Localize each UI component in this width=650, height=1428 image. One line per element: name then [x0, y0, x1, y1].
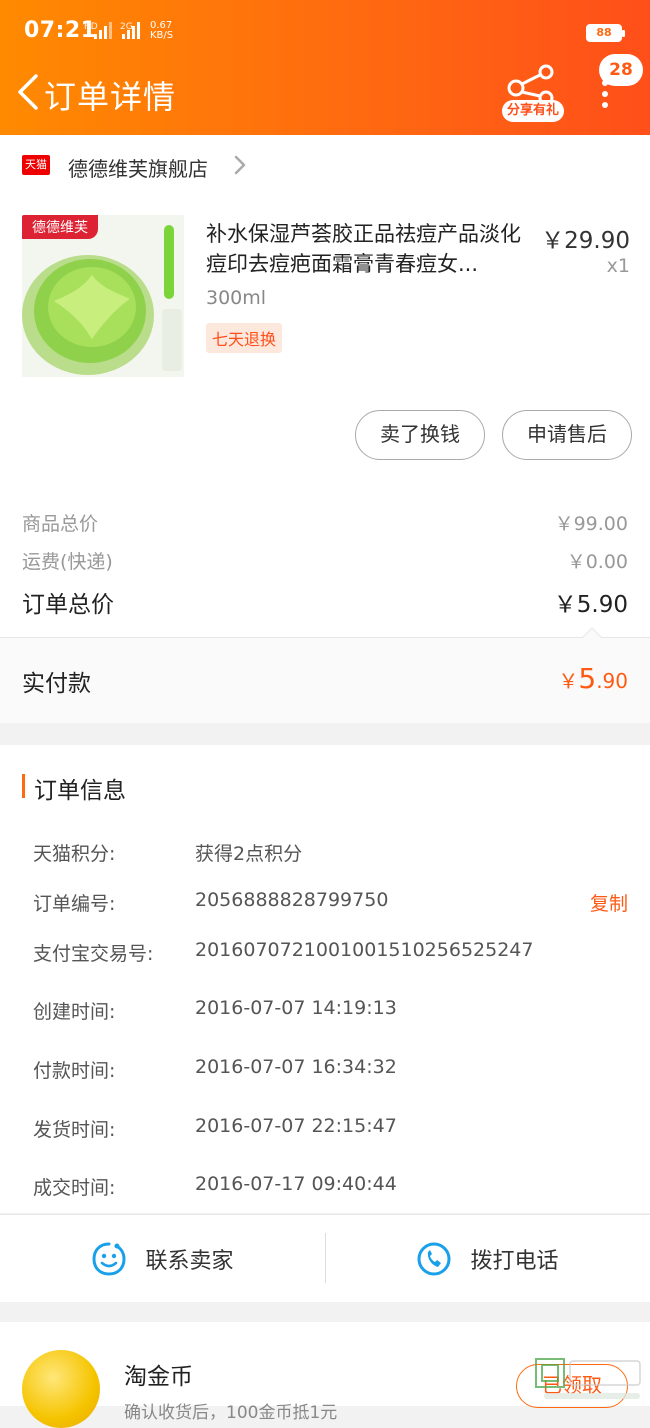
shipping-value: ￥0.00	[566, 551, 628, 573]
contact-actions: 联系卖家 拨打电话	[0, 1214, 650, 1302]
coin-title: 淘金币	[124, 1364, 193, 1390]
signal-icon-1	[94, 22, 112, 39]
header-bar: 07:21 HD 2G 0.67 KB/S 88 订单详情 分享有礼 28	[0, 0, 650, 135]
contact-seller-button[interactable]: 联系卖家	[0, 1215, 325, 1303]
product-title[interactable]: 补水保湿芦荟胶正品祛痘产品淡化痘印去痘疤面霜膏青春痘女...	[206, 219, 532, 279]
product-brand-tag: 德德维芙	[22, 215, 98, 239]
shipping-row: 运费(快递) ￥0.00	[22, 547, 628, 574]
call-phone-button[interactable]: 拨打电话	[325, 1215, 650, 1303]
info-key: 成交时间:	[33, 1177, 116, 1199]
info-key: 发货时间:	[33, 1119, 116, 1141]
order-total-row: 订单总价 ￥5.90	[22, 585, 628, 619]
call-phone-label: 拨打电话	[470, 1249, 559, 1274]
battery-icon: 88	[586, 24, 625, 42]
info-value: 2016-07-07 22:15:47	[195, 1115, 397, 1137]
store-row[interactable]: 天猫 德德维芙旗舰店	[0, 135, 650, 195]
page-title: 订单详情	[44, 78, 177, 116]
contact-seller-label: 联系卖家	[145, 1249, 234, 1274]
info-value: 2016-07-17 09:40:44	[195, 1173, 397, 1195]
coin-subtitle: 确认收货后，100金币抵1元	[124, 1403, 338, 1423]
info-value: 2016070721001001510256525247	[195, 939, 534, 961]
store-name[interactable]: 德德维芙旗舰店	[68, 153, 208, 182]
coin-icon	[22, 1350, 100, 1428]
goods-total-row: 商品总价 ￥99.00	[22, 509, 628, 536]
actual-payment-label: 实付款	[22, 671, 91, 697]
payment-currency: ￥	[558, 669, 579, 693]
product-card[interactable]: 德德维芙 补水保湿芦荟胶正品祛痘产品淡化痘印去痘疤面霜膏青春痘女... 300m…	[0, 195, 650, 495]
goods-total-value: ￥99.00	[554, 513, 628, 535]
tmall-logo: 天猫	[22, 155, 50, 175]
caret-up-icon	[582, 627, 602, 638]
chat-smile-icon	[92, 1242, 126, 1276]
shipping-label: 运费(快递)	[22, 551, 113, 573]
net-speed-unit: KB/S	[150, 30, 174, 41]
info-value: 2016-07-07 16:34:32	[195, 1056, 397, 1078]
share-reward-label[interactable]: 分享有礼	[502, 100, 564, 122]
back-icon[interactable]	[14, 72, 44, 112]
goods-total-label: 商品总价	[22, 513, 99, 535]
info-key: 支付宝交易号:	[33, 943, 154, 965]
section-accent-bar	[22, 774, 25, 798]
status-bar: 07:21 HD 2G 0.67 KB/S 88	[0, 0, 650, 66]
phone-icon	[417, 1242, 451, 1276]
return-badge: 七天退换	[206, 323, 283, 353]
signal-icon-2	[122, 22, 140, 39]
message-count-badge[interactable]: 28	[599, 54, 643, 86]
price-summary: 商品总价 ￥99.00 运费(快递) ￥0.00 订单总价 ￥5.90	[0, 495, 650, 637]
payment-int: 5	[578, 662, 597, 695]
copy-button[interactable]: 复制	[590, 889, 628, 916]
watermark-logo	[535, 1358, 641, 1399]
info-value: 获得2点积分	[195, 843, 303, 865]
product-spec: 300ml	[206, 287, 267, 309]
product-price: ￥29.90	[541, 228, 630, 254]
order-total-label: 订单总价	[22, 592, 114, 618]
order-info-title: 订单信息	[34, 778, 126, 804]
info-key: 天猫积分:	[33, 843, 116, 865]
info-value[interactable]: 2056888828799750	[195, 889, 388, 911]
payment-dec: .90	[596, 669, 628, 693]
info-key: 创建时间:	[33, 1001, 116, 1023]
actual-payment-value: ￥5.90	[558, 662, 628, 695]
order-info-section: 订单信息 天猫积分: 获得2点积分 订单编号: 2056888828799750…	[0, 745, 650, 1213]
after-sale-button[interactable]: 申请售后	[502, 410, 632, 460]
order-total-value: ￥5.90	[553, 592, 628, 618]
actual-payment-row: 实付款 ￥5.90	[0, 627, 650, 723]
chevron-right-icon[interactable]	[232, 153, 248, 177]
product-quantity: x1	[606, 255, 630, 277]
info-key: 付款时间:	[33, 1060, 116, 1082]
info-key: 订单编号:	[33, 893, 116, 915]
info-value: 2016-07-07 14:19:13	[195, 997, 397, 1019]
sell-button[interactable]: 卖了换钱	[355, 410, 485, 460]
aloe-jar-icon	[22, 215, 184, 377]
product-image[interactable]: 德德维芙	[22, 215, 184, 377]
net-speed: 0.67 KB/S	[150, 21, 173, 41]
